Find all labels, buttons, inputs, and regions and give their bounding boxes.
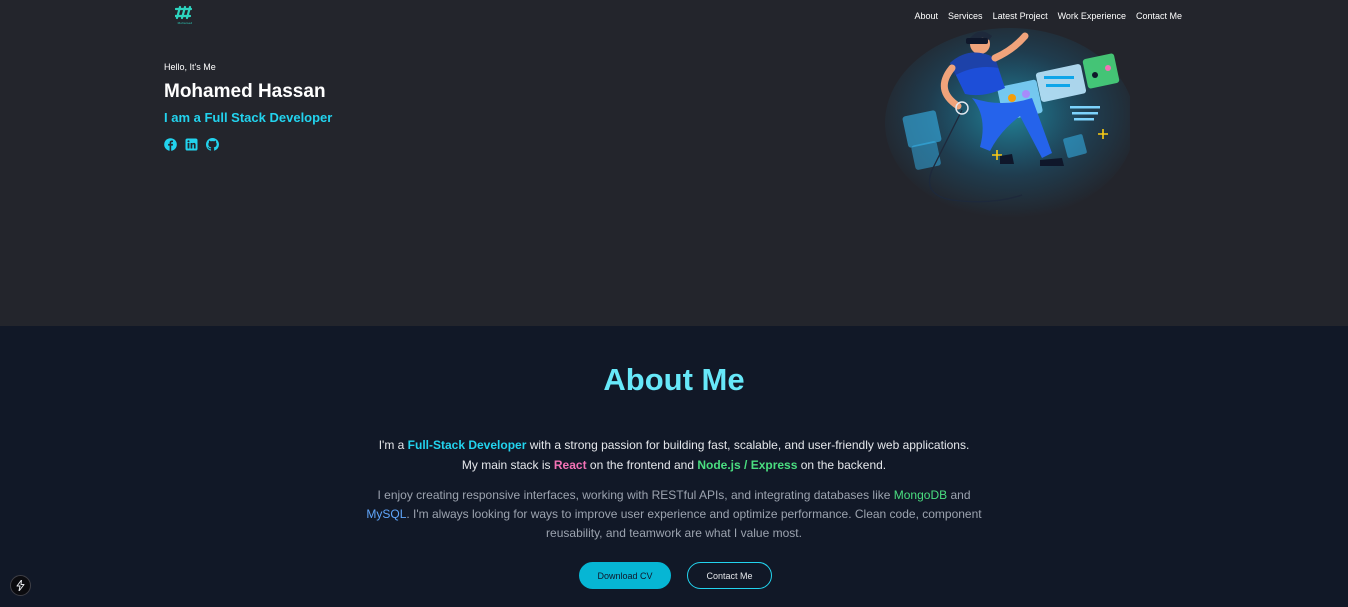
logo-icon — [175, 5, 193, 20]
about-paragraph-2: I enjoy creating responsive interfaces, … — [366, 488, 982, 540]
bolt-icon[interactable] — [10, 575, 31, 596]
nav-link-about[interactable]: About — [915, 11, 939, 21]
nav-link-services[interactable]: Services — [948, 11, 983, 21]
hero-illustration — [880, 28, 1135, 218]
facebook-icon[interactable] — [164, 138, 177, 151]
hero-greeting: Hello, It's Me — [164, 62, 216, 72]
download-cv-button[interactable]: Download CV — [579, 562, 671, 589]
logo[interactable]: Mohamed — [174, 5, 196, 27]
highlight-fullstack: Full-Stack Developer — [407, 438, 527, 452]
hero-section: Mohamed About Services Latest Project Wo… — [0, 0, 1348, 326]
highlight-mongodb: MongoDB — [893, 488, 948, 502]
github-icon[interactable] — [206, 138, 219, 151]
hero-name: Mohamed Hassan — [164, 81, 326, 102]
linkedin-icon[interactable] — [185, 138, 198, 151]
highlight-react: React — [553, 458, 587, 472]
hero-role: I am a Full Stack Developer — [164, 110, 333, 125]
nav-link-contact-me[interactable]: Contact Me — [1136, 11, 1182, 21]
about-title: About Me — [603, 362, 745, 397]
main-nav: About Services Latest Project Work Exper… — [915, 11, 1182, 21]
logo-text: Mohamed — [177, 21, 193, 25]
social-links — [164, 138, 219, 151]
highlight-node: Node.js / Express — [697, 458, 798, 472]
about-paragraph-1: I'm a Full-Stack Developer with a strong… — [378, 438, 970, 472]
contact-me-button[interactable]: Contact Me — [687, 562, 772, 589]
nav-link-work-experience[interactable]: Work Experience — [1058, 11, 1126, 21]
nav-link-latest-project[interactable]: Latest Project — [993, 11, 1048, 21]
highlight-mysql: MySQL — [366, 507, 407, 521]
